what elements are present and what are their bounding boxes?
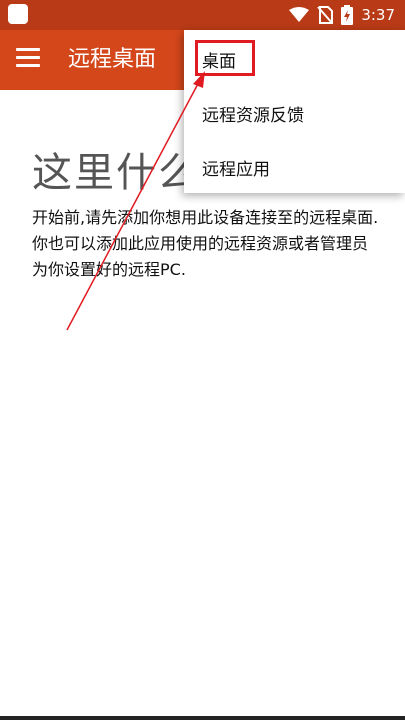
status-bar: 3:37 [0, 0, 405, 30]
menu-item-remote-app[interactable]: 远程应用 [184, 140, 405, 194]
bottom-edge [0, 716, 405, 720]
overflow-menu: 桌面 远程资源反馈 远程应用 [184, 30, 405, 193]
hamburger-icon[interactable] [16, 48, 40, 72]
menu-item-label: 远程资源反馈 [202, 105, 304, 126]
app-notification-icon [8, 4, 28, 24]
no-sim-icon [317, 6, 334, 24]
status-time: 3:37 [361, 6, 395, 24]
app-title: 远程桌面 [68, 47, 157, 72]
status-icons: 3:37 [289, 4, 395, 26]
annotation-highlight-box [195, 40, 255, 76]
menu-item-remote-resource-feed[interactable]: 远程资源反馈 [184, 86, 405, 140]
wifi-icon [289, 7, 310, 22]
empty-state-title: 这里什么 [32, 150, 200, 196]
battery-charging-icon [341, 5, 354, 25]
menu-item-label: 远程应用 [202, 159, 270, 180]
empty-state-description: 开始前,请先添加你想用此设备连接至的远程桌面.你也可以添加此应用使用的远程资源或… [32, 208, 379, 279]
